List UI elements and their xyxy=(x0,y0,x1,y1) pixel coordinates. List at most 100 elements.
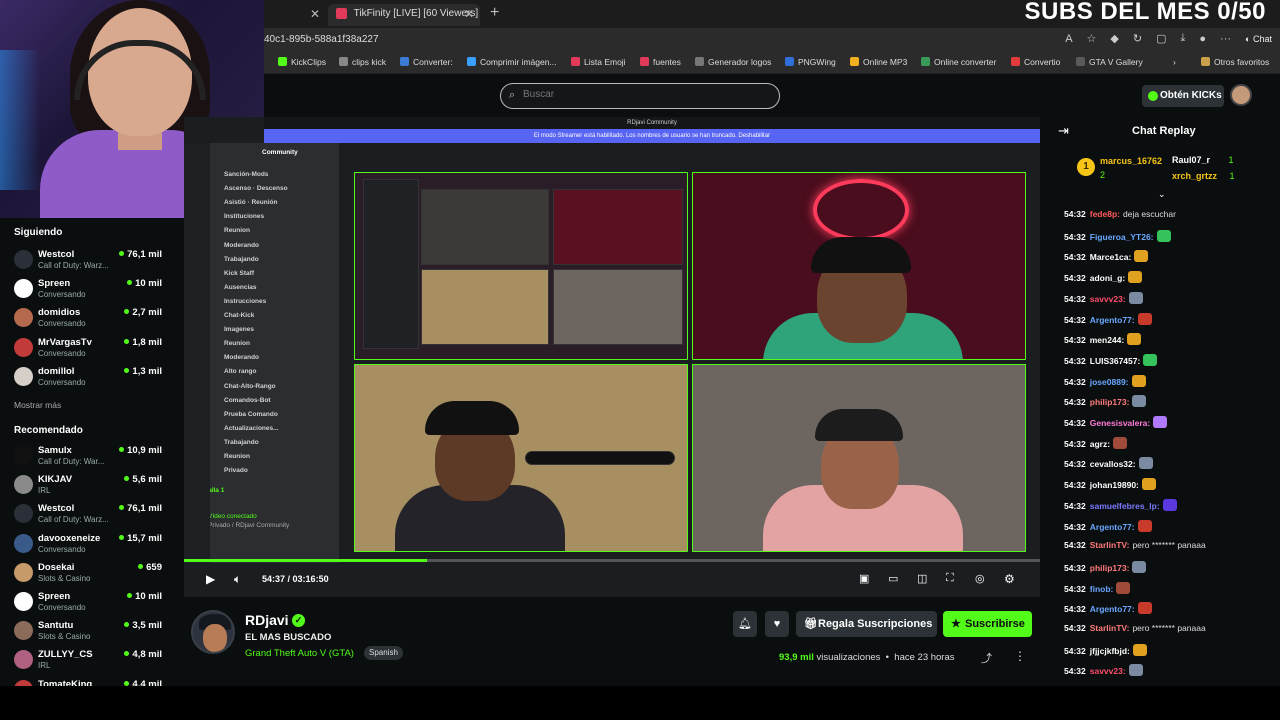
chat-message[interactable]: 54:32 savvv23: xyxy=(1064,664,1274,680)
chat-message[interactable]: 54:32 men244: xyxy=(1064,333,1274,349)
sidebar-channel-zullyy-cs[interactable]: ZULLYY_CS IRL 4,8 mil xyxy=(14,648,164,676)
sidebar-channel-kikjav[interactable]: KIKJAV IRL 5,6 mil xyxy=(14,473,164,501)
bookmark-item[interactable]: KickClips xyxy=(278,57,326,67)
chat-message[interactable]: 54:32 fede8p: deja escuchar xyxy=(1064,209,1274,225)
follow-button[interactable]: ♥ xyxy=(765,611,789,637)
miniplayer-icon[interactable]: ◫ xyxy=(917,572,927,585)
chat-message[interactable]: 54:32 jose0889: xyxy=(1064,374,1274,391)
leaderboard-entry[interactable]: Raul07_r 1 xyxy=(1172,155,1234,165)
more-menu-icon[interactable]: ··· xyxy=(1220,33,1231,45)
user-avatar[interactable] xyxy=(1230,84,1252,106)
chat-message[interactable]: 54:32 philip173: xyxy=(1064,395,1274,411)
theater-mode-icon[interactable]: ▭ xyxy=(888,572,898,585)
chat-message[interactable]: 54:32 cevallos32: xyxy=(1064,457,1274,473)
sidebar-channel-spreen[interactable]: Spreen Conversando 10 mil xyxy=(14,590,164,618)
profile-icon[interactable]: ● xyxy=(1199,33,1206,45)
sidebar-channel-davooxeneize[interactable]: davooxeneize Conversando 15,7 mil xyxy=(14,532,164,560)
sidebar-channel-mrvargastv[interactable]: MrVargasTv Conversando 1,8 mil xyxy=(14,336,164,364)
message-user[interactable]: Argento77: xyxy=(1090,522,1135,532)
chat-message[interactable]: 54:32 Argento77: xyxy=(1064,312,1274,329)
chat-message[interactable]: 54:32 savvv23: xyxy=(1064,291,1274,308)
sidebar-channel-spreen[interactable]: Spreen Conversando 10 mil xyxy=(14,277,164,305)
message-user[interactable]: LUIS367457: xyxy=(1090,356,1141,366)
bookmark-item[interactable]: fuentes xyxy=(640,57,681,67)
collapse-chat-icon[interactable]: ⇥ xyxy=(1058,123,1069,139)
sidebar-channel-domidios[interactable]: domidios Conversando 2,7 mil xyxy=(14,306,164,334)
pinned-expand-icon[interactable]: ⌄ xyxy=(1158,189,1166,200)
chat-message[interactable]: 54:32 Argento77: xyxy=(1064,519,1274,536)
chat-message[interactable]: 54:32 Marce1ca: xyxy=(1064,250,1274,266)
clip-icon[interactable]: ▣ xyxy=(859,572,869,585)
message-user[interactable]: Genesisvalera: xyxy=(1090,418,1150,428)
chat-message[interactable]: 54:32 StarlinTV: pero ******* panaaa xyxy=(1064,540,1274,556)
message-user[interactable]: johan19890: xyxy=(1090,480,1139,490)
refresh-icon[interactable]: ↻ xyxy=(1133,32,1142,45)
bookmark-item[interactable]: GTA V Gallery xyxy=(1076,57,1143,67)
message-user[interactable]: philip173: xyxy=(1090,563,1130,573)
message-user[interactable]: samuelfebres_lp: xyxy=(1090,501,1160,511)
message-user[interactable]: fede8p: xyxy=(1090,209,1120,219)
message-user[interactable]: adoni_g: xyxy=(1090,273,1125,283)
bookmark-item[interactable]: Online converter xyxy=(921,57,996,67)
bookmarks-chevron-icon[interactable]: › xyxy=(1173,57,1176,67)
search-box[interactable]: ⌕ xyxy=(500,83,780,109)
chat-message[interactable]: 54:32 agrz: xyxy=(1064,436,1274,453)
language-badge[interactable]: Spanish xyxy=(364,646,403,660)
play-icon[interactable]: ▶ xyxy=(206,572,215,586)
message-user[interactable]: Marce1ca: xyxy=(1090,252,1132,262)
channel-avatar[interactable] xyxy=(191,610,235,654)
sidebar-channel-santutu[interactable]: Santutu Slots & Casino 3,5 mil xyxy=(14,619,164,647)
bookmark-item[interactable]: Lista Emoji xyxy=(571,57,626,67)
message-user[interactable]: Argento77: xyxy=(1090,604,1135,614)
bookmark-item[interactable]: PNGWing xyxy=(785,57,836,67)
collections-icon[interactable]: ▢ xyxy=(1156,32,1166,45)
bookmark-item[interactable]: clips kick xyxy=(339,57,386,67)
video-progress-bar[interactable] xyxy=(184,559,1040,562)
settings-gear-icon[interactable]: ⚙ xyxy=(1004,572,1015,586)
sidebar-channel-samulx[interactable]: Samulx Call of Duty: War... 10,9 mil xyxy=(14,444,164,472)
fullscreen-icon[interactable]: ⛶ xyxy=(946,572,954,585)
close-tab-icon[interactable]: ✕ xyxy=(310,4,320,24)
sidebar-channel-dosekai[interactable]: Dosekai Slots & Casino 659 xyxy=(14,561,164,589)
bookmark-item[interactable]: Converter: xyxy=(400,57,453,67)
message-user[interactable]: jfjjcjkfbjd: xyxy=(1090,646,1130,656)
message-user[interactable]: StarlinTV: xyxy=(1090,623,1130,633)
message-user[interactable]: men244: xyxy=(1090,335,1125,345)
chat-message[interactable]: 54:32 philip173: xyxy=(1064,560,1274,577)
more-options-icon[interactable]: ⋮ xyxy=(1014,649,1026,663)
message-user[interactable]: finob: xyxy=(1090,584,1114,594)
gift-subs-button[interactable]: 🎁︎ Regala Suscripciones xyxy=(796,611,937,637)
copilot-chat-button[interactable]: ◐ Chat xyxy=(1245,34,1272,44)
bookmark-item[interactable]: Convertio xyxy=(1011,57,1060,67)
speed-icon[interactable]: ◎ xyxy=(975,572,985,585)
message-user[interactable]: jose0889: xyxy=(1090,377,1129,387)
bookmark-item[interactable]: Comprimir imágen... xyxy=(467,57,557,67)
read-aloud-icon[interactable]: A xyxy=(1065,33,1072,45)
chat-message[interactable]: 54:32 Argento77: xyxy=(1064,602,1274,618)
message-user[interactable]: StarlinTV: xyxy=(1090,540,1130,550)
get-kicks-button[interactable]: Obtén KICKs xyxy=(1142,85,1224,107)
chat-message[interactable]: 54:32 johan19890: xyxy=(1064,478,1274,494)
sidebar-channel-domillol[interactable]: domillol Conversando 1,3 mil xyxy=(14,365,164,393)
downloads-icon[interactable]: ⤓ xyxy=(1181,32,1186,45)
notifications-button[interactable]: 🔔︎ xyxy=(733,611,757,637)
message-user[interactable]: cevallos32: xyxy=(1090,459,1136,469)
bookmark-item[interactable]: Online MP3 xyxy=(850,57,907,67)
stream-category[interactable]: Grand Theft Auto V (GTA) xyxy=(245,648,354,659)
new-tab-button[interactable]: + xyxy=(490,4,499,22)
share-icon[interactable]: ⤴ xyxy=(981,650,992,666)
message-user[interactable]: Argento77: xyxy=(1090,315,1135,325)
chat-message[interactable]: 54:32 StarlinTV: pero ******* panaaa xyxy=(1064,623,1274,639)
sidebar-channel-westcol[interactable]: Westcol Call of Duty: Warz... 76,1 mil xyxy=(14,248,164,276)
leaderboard-entry[interactable]: xrch_grtzz 1 xyxy=(1172,171,1235,181)
message-user[interactable]: agrz: xyxy=(1090,439,1110,449)
volume-icon[interactable]: 🔈︎ xyxy=(234,572,241,587)
sidebar-channel-westcol[interactable]: Westcol Call of Duty: Warz... 76,1 mil xyxy=(14,502,164,530)
chat-message[interactable]: 54:32 Genesisvalera: xyxy=(1064,416,1274,432)
message-user[interactable]: philip173: xyxy=(1090,397,1130,407)
chat-message[interactable]: 54:32 finob: xyxy=(1064,581,1274,598)
browser-tab-active[interactable]: TikFinity [LIVE] [60 Viewers] ✕ xyxy=(328,4,480,26)
chat-message[interactable]: 54:32 LUIS367457: xyxy=(1064,353,1274,370)
leaderboard-entry[interactable]: marcus_16762 xyxy=(1100,156,1162,166)
chat-message[interactable]: 54:32 Figueroa_YT26: xyxy=(1064,229,1274,246)
